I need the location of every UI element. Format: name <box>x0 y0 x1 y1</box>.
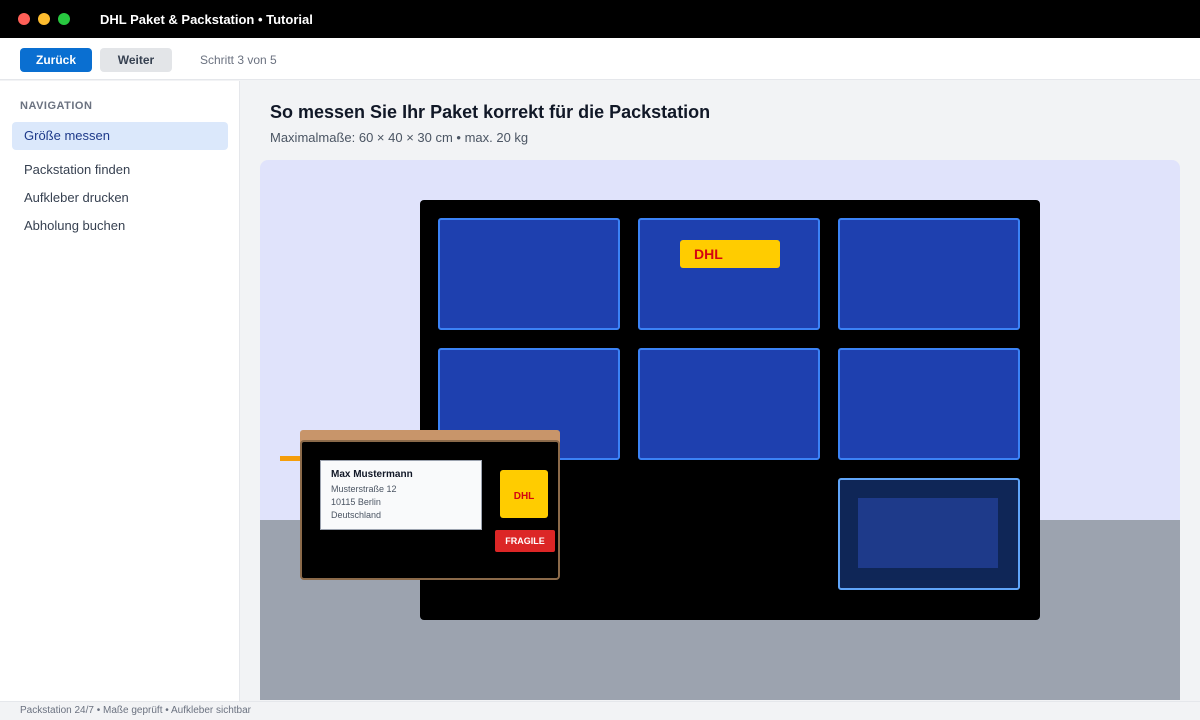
nav-heading: NAVIGATION <box>20 100 93 112</box>
sidebar: NAVIGATION Größe messen Packstation find… <box>0 81 240 701</box>
title-bar: DHL Paket & Packstation • Tutorial <box>0 0 1200 38</box>
dhl-logo-sign: DHL <box>680 240 780 268</box>
window-title: DHL Paket & Packstation • Tutorial <box>100 12 313 27</box>
page-title: So messen Sie Ihr Paket korrekt für die … <box>270 102 711 122</box>
next-button[interactable]: Weiter <box>100 48 172 72</box>
sidebar-item-groesse-messen[interactable]: Größe messen <box>12 122 228 150</box>
packstation-illustration: DHL Max Mustermann Musterstraße 12 10115… <box>260 160 1180 700</box>
maximize-window-button[interactable] <box>58 13 70 25</box>
package-box: Max Mustermann Musterstraße 12 10115 Ber… <box>300 440 560 580</box>
packstation-screen <box>858 498 998 568</box>
address-country: Deutschland <box>331 510 382 520</box>
address-label: Max Mustermann Musterstraße 12 10115 Ber… <box>320 460 482 530</box>
step-indicator: Schritt 3 von 5 <box>200 53 277 67</box>
locker-compartment: DHL <box>638 218 820 330</box>
back-button[interactable]: Zurück <box>20 48 92 72</box>
locker-compartment <box>638 348 820 460</box>
close-window-button[interactable] <box>18 13 30 25</box>
address-city: 10115 Berlin <box>331 497 381 507</box>
sidebar-item-abholung-buchen[interactable]: Abholung buchen <box>12 212 228 240</box>
status-text: Packstation 24/7 • Maße geprüft • Aufkle… <box>20 705 252 716</box>
locker-compartment <box>438 218 620 330</box>
packstation-screen-compartment <box>838 478 1020 590</box>
locker-compartment <box>838 218 1020 330</box>
address-name: Max Mustermann <box>331 469 413 480</box>
page-subtitle: Maximalmaße: 60 × 40 × 30 cm • max. 20 k… <box>270 130 529 145</box>
fragile-sticker: FRAGILE <box>495 530 555 552</box>
address-street: Musterstraße 12 <box>331 484 397 494</box>
sidebar-item-packstation-finden[interactable]: Packstation finden <box>12 156 228 184</box>
locker-compartment <box>838 348 1020 460</box>
sidebar-item-aufkleber-drucken[interactable]: Aufkleber drucken <box>12 184 228 212</box>
status-bar: Packstation 24/7 • Maße geprüft • Aufkle… <box>0 701 1200 720</box>
toolbar: Zurück Weiter Schritt 3 von 5 <box>0 38 1200 80</box>
dhl-package-logo: DHL <box>500 470 548 518</box>
minimize-window-button[interactable] <box>38 13 50 25</box>
